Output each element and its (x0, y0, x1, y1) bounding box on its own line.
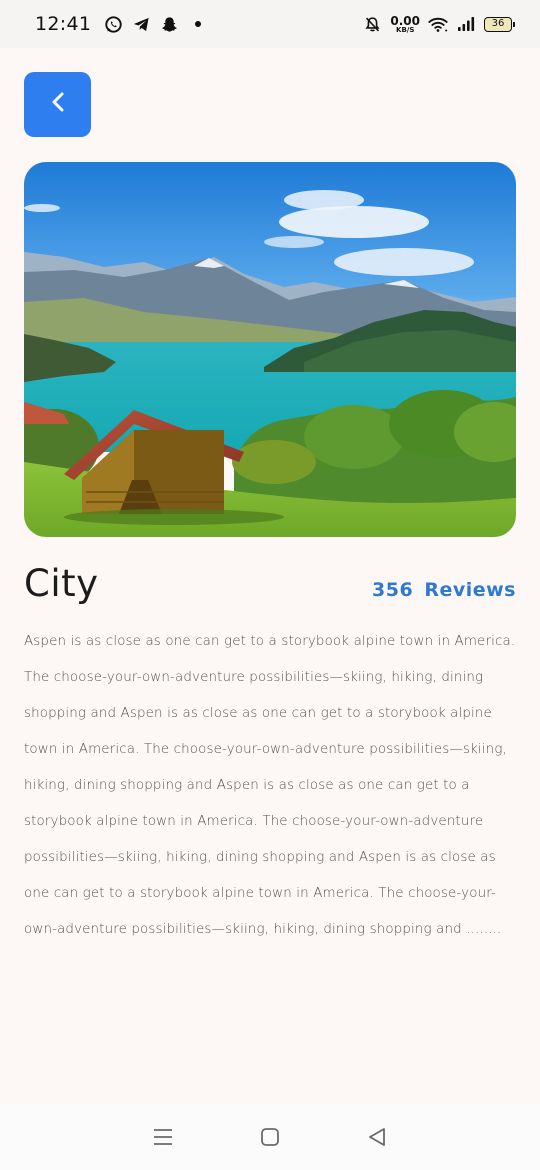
back-button[interactable] (24, 72, 91, 137)
menu-icon[interactable] (143, 1117, 183, 1157)
system-nav-bar (0, 1104, 540, 1170)
reviews-link[interactable]: 356 Reviews (372, 579, 516, 601)
whatsapp-icon (103, 14, 123, 34)
telegram-icon (131, 14, 151, 34)
reviews-label: Reviews (424, 579, 516, 601)
place-title: City (24, 562, 99, 605)
home-icon[interactable] (250, 1117, 290, 1157)
status-app-icons (103, 14, 202, 34)
place-description: Aspen is as close as one can get to a st… (24, 634, 516, 937)
signal-icon (456, 14, 476, 34)
network-speed-value: 0.00 (390, 13, 420, 28)
mute-bell-icon (362, 14, 382, 34)
reviews-count: 356 (372, 579, 414, 601)
back-triangle-icon[interactable] (357, 1117, 397, 1157)
network-speed-unit: KB/S (396, 25, 415, 34)
battery-icon: 36 (484, 16, 515, 32)
place-photo (24, 162, 516, 537)
status-left: 12:41 (35, 13, 202, 35)
status-time: 12:41 (35, 13, 92, 35)
status-right: 0.00 KB/S 36 (362, 14, 515, 34)
battery-level: 36 (491, 18, 505, 29)
status-bar: 12:41 0.00 KB/S 36 (0, 0, 540, 48)
snapchat-icon (159, 14, 179, 34)
wifi-icon (428, 14, 448, 34)
network-speed: 0.00 KB/S (390, 15, 420, 34)
notification-dot (195, 21, 202, 27)
chevron-left-icon (48, 90, 68, 119)
title-row: City 356 Reviews (24, 562, 516, 605)
